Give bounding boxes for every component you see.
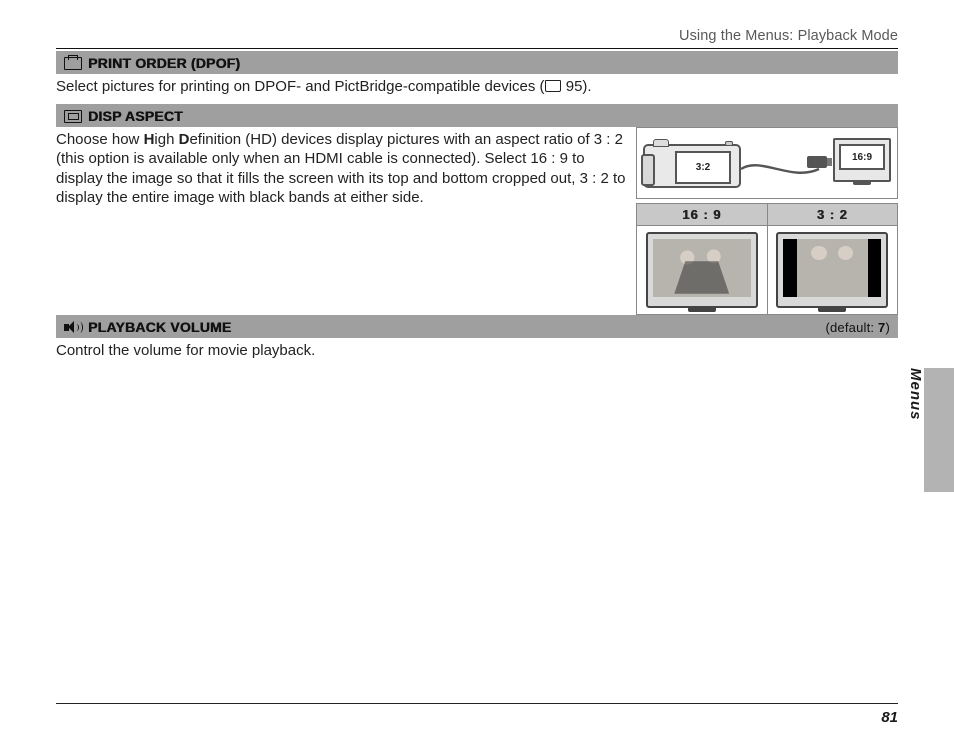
manual-page-ref-icon [545, 77, 562, 96]
tv-example-169 [646, 232, 758, 308]
text-bold: H [144, 131, 155, 148]
hdmi-plug-icon [807, 156, 827, 168]
playback-volume-body: Control the volume for movie playback. [56, 338, 898, 368]
table-cell-32 [767, 226, 898, 315]
text: Select pictures for printing on DPOF- an… [56, 78, 545, 95]
print-order-body: Select pictures for printing on DPOF- an… [56, 74, 898, 104]
footer-rule [56, 703, 898, 704]
section-header-print-order: PRINT ORDER (DPOF) [56, 51, 898, 74]
manual-page-ref: 95 [566, 78, 583, 95]
table-header-32: 3 : 2 [767, 204, 898, 226]
section-title: DISP ASPECT [88, 108, 183, 124]
text: Choose how [56, 131, 144, 148]
text: ). [582, 78, 591, 95]
section-header-playback-volume: PLAYBACK VOLUME (default: 7) [56, 315, 898, 338]
camera-dial-icon [653, 139, 669, 147]
section-tab [924, 368, 954, 492]
section-title: PLAYBACK VOLUME [88, 319, 231, 335]
camera-shutter-icon [725, 141, 733, 146]
tv-screen-169 [653, 239, 751, 297]
page-number: 81 [881, 709, 898, 726]
tv-screen-32 [783, 239, 881, 297]
disp-aspect-figures: 3:2 16:9 16 : 9 3 : 2 [636, 127, 898, 315]
table-cell-169 [637, 226, 768, 315]
text: igh [154, 131, 178, 148]
volume-icon [64, 321, 82, 334]
disp-aspect-row: Choose how High Definition (HD) devices … [56, 127, 898, 315]
text-bold: D [179, 131, 190, 148]
sample-image-letterboxed [797, 239, 868, 297]
disp-aspect-body: Choose how High Definition (HD) devices … [56, 127, 626, 215]
default-value-label: (default: 7) [825, 320, 890, 335]
page-content: Using the Menus: Playback Mode PRINT ORD… [56, 28, 898, 726]
text: (default: [825, 320, 878, 335]
section-title: PRINT ORDER (DPOF) [88, 55, 240, 71]
disp-aspect-icon [64, 110, 82, 123]
camera-illustration: 3:2 [643, 144, 741, 188]
top-rule [56, 48, 898, 49]
tv-screen-label: 16:9 [839, 144, 885, 170]
camera-screen-label: 3:2 [675, 151, 731, 184]
camera-to-tv-diagram: 3:2 16:9 [636, 127, 898, 199]
text: ) [885, 320, 890, 335]
table-header-169: 16 : 9 [637, 204, 768, 226]
tv-example-32 [776, 232, 888, 308]
aspect-ratio-table: 16 : 9 3 : 2 [636, 203, 898, 315]
sample-image-cropped [653, 239, 751, 297]
section-tab-label: Menus [904, 368, 924, 438]
tv-illustration: 16:9 [833, 138, 891, 182]
print-order-icon [64, 57, 82, 70]
section-header-disp-aspect: DISP ASPECT [56, 104, 898, 127]
breadcrumb: Using the Menus: Playback Mode [56, 28, 898, 44]
